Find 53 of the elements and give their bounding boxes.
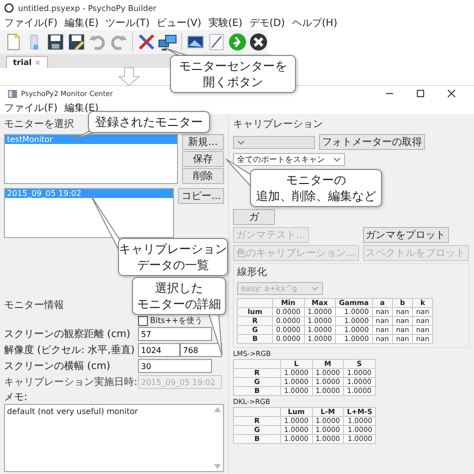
menu-item[interactable]: ファイル(F) bbox=[4, 16, 58, 30]
save-as-icon[interactable] bbox=[67, 32, 86, 52]
caret-icon bbox=[311, 286, 319, 291]
pencil-icon[interactable] bbox=[207, 32, 226, 52]
calibration-button: 色のキャリブレーション... bbox=[233, 245, 359, 261]
menu-item[interactable]: 実験(E) bbox=[208, 16, 242, 30]
stop-icon[interactable] bbox=[249, 32, 268, 52]
menu-item[interactable]: ヘルプ(H) bbox=[292, 16, 338, 30]
field-label: 解像度 (ピクセル: 水平,垂直) bbox=[4, 344, 136, 357]
monitors-icon[interactable] bbox=[158, 32, 178, 52]
photometer-button[interactable]: フォトメーターの取得 bbox=[319, 134, 425, 150]
close-icon[interactable] bbox=[447, 89, 456, 98]
app-icon bbox=[4, 3, 14, 13]
input-field[interactable]: 30 bbox=[138, 359, 212, 373]
section-heading: 線形化 bbox=[237, 266, 267, 279]
section-heading: モニター情報 bbox=[4, 298, 64, 312]
checkbox[interactable] bbox=[138, 316, 148, 326]
caret-icon bbox=[333, 157, 341, 162]
menu-item[interactable]: 編集(E) bbox=[64, 16, 99, 30]
action-button[interactable]: 保存 bbox=[182, 151, 224, 167]
notes-text: default (not very useful) monitor bbox=[7, 407, 138, 418]
calibration-button[interactable]: ガ bbox=[233, 209, 275, 225]
callout: 選択した モニターの詳細 bbox=[132, 277, 226, 315]
section-heading: キャリブレーション bbox=[233, 118, 323, 131]
field-label: スクリーンの観察距離 (cm) bbox=[4, 328, 132, 341]
menu-item[interactable]: ビュー(V) bbox=[156, 16, 202, 30]
calibration-button: スペクトルをプロット bbox=[362, 245, 469, 261]
field-label: スクリーンの横幅 (cm) bbox=[4, 360, 112, 373]
input-field[interactable]: 57 bbox=[138, 327, 212, 341]
action-button[interactable]: 削除 bbox=[182, 168, 224, 184]
caret-icon bbox=[237, 140, 245, 144]
maximize-icon[interactable] bbox=[416, 89, 425, 98]
field-label: メモ: bbox=[4, 391, 28, 404]
tab[interactable]: trial × bbox=[6, 56, 48, 68]
menu-item[interactable]: ツール(T) bbox=[106, 16, 150, 30]
input-field[interactable]: 768 bbox=[180, 343, 222, 357]
menu-item[interactable]: デモ(D) bbox=[249, 16, 285, 30]
tools-icon[interactable] bbox=[137, 32, 156, 52]
save-icon[interactable] bbox=[46, 32, 66, 52]
section-heading: モニターを選択 bbox=[4, 118, 74, 131]
copy-button[interactable]: コピー... bbox=[178, 188, 224, 204]
field-label: キャリブレーション実施日時: bbox=[4, 376, 138, 389]
checkbox-label: Bits++を使う bbox=[150, 315, 202, 326]
input-field[interactable]: 1024 bbox=[138, 343, 180, 357]
input-field: 2015_09_05 19:02 bbox=[138, 375, 222, 389]
menu-item[interactable]: ファイル(F) bbox=[4, 100, 58, 114]
app-icon bbox=[8, 90, 17, 98]
window-title: untitled.psyexp - PsychoPy Builder bbox=[18, 4, 156, 12]
port-dropdown[interactable]: 全てのポートをスキャン bbox=[233, 153, 345, 166]
calibration-button: ガンマテスト... bbox=[233, 227, 309, 243]
action-button[interactable]: 新規... bbox=[182, 134, 224, 150]
calibration-button[interactable]: ガンマをプロット bbox=[362, 227, 449, 243]
callout: キャリブレーション データの一覧 bbox=[118, 238, 228, 276]
